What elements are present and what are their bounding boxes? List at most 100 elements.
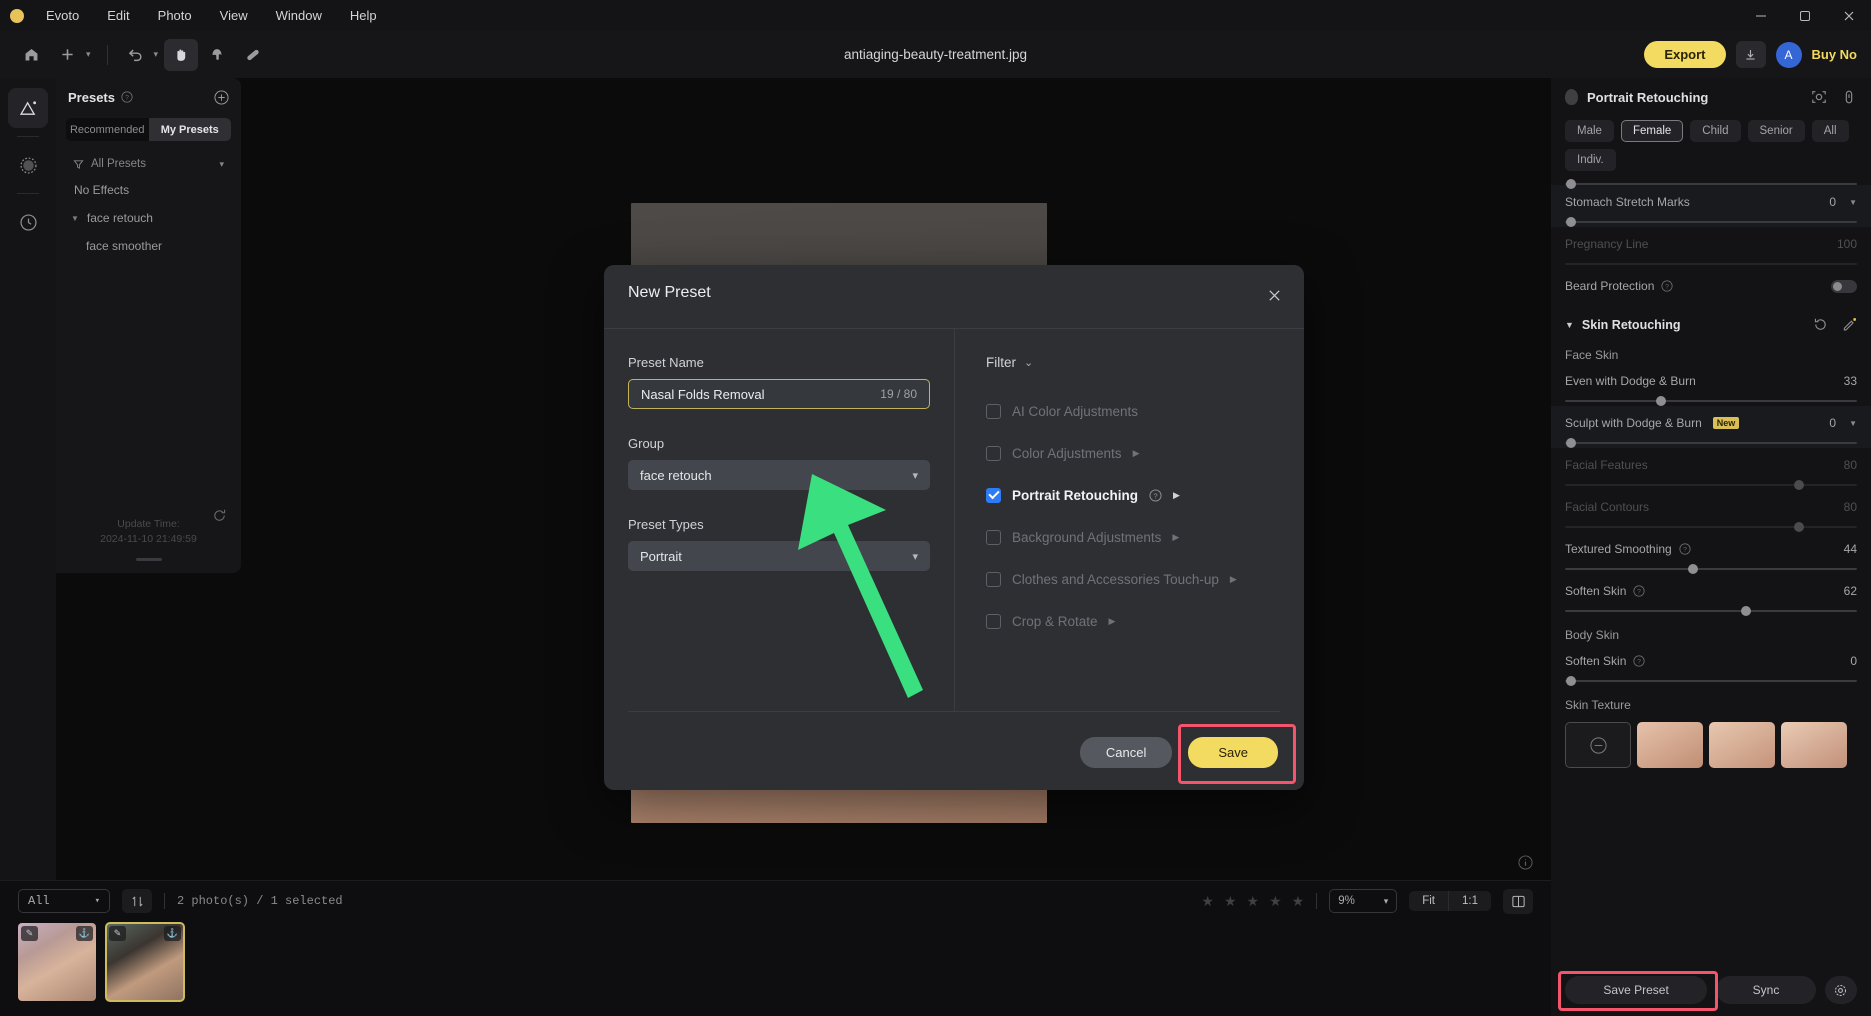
slider-track[interactable] <box>1565 522 1857 532</box>
slider-track[interactable] <box>1565 606 1857 616</box>
star-icon[interactable]: ★ <box>1269 893 1282 910</box>
slider-knob[interactable] <box>1793 480 1804 490</box>
rail-item-history[interactable] <box>8 202 48 242</box>
undo-icon[interactable] <box>118 39 152 71</box>
checkbox[interactable] <box>986 487 1001 503</box>
help-circle-icon[interactable]: ? <box>1633 585 1645 597</box>
presets-filter-dropdown[interactable]: All Presets ▾ <box>66 152 231 176</box>
one-to-one-button[interactable]: 1:1 <box>1449 891 1491 911</box>
checkbox[interactable] <box>986 445 1001 461</box>
help-circle-icon[interactable]: ? <box>121 91 133 103</box>
panel-resize-handle[interactable] <box>135 558 162 561</box>
filter-row-clothes-accessories-touch-up[interactable]: Clothes and Accessories Touch-up ▶ <box>986 558 1304 600</box>
filter-row-background-adjustments[interactable]: Background Adjustments ▶ <box>986 516 1304 558</box>
rail-item-presets[interactable] <box>8 88 48 128</box>
skin-retouching-section-header[interactable]: ▼ Skin Retouching <box>1551 303 1871 336</box>
export-button[interactable]: Export <box>1644 41 1726 68</box>
hand-tool-icon[interactable] <box>164 38 199 71</box>
edit-icon[interactable]: ✎ <box>21 926 38 941</box>
beard-protection-toggle[interactable] <box>1831 279 1857 293</box>
slider-knob[interactable] <box>1565 438 1576 448</box>
help-circle-icon[interactable]: ? <box>1633 655 1645 667</box>
export-icon[interactable]: ⚓ <box>164 926 181 941</box>
slider-soften-skin-face[interactable]: Soften Skin ? 62 <box>1551 574 1871 616</box>
chevron-down-icon[interactable]: ▼ <box>1849 419 1857 428</box>
refresh-icon[interactable] <box>212 508 227 523</box>
expand-arrow-icon[interactable]: ▶ <box>1133 448 1140 459</box>
slider-track[interactable] <box>1565 480 1857 490</box>
preset-group-face-retouch[interactable]: ▼ face retouch <box>56 204 241 232</box>
chip-senior[interactable]: Senior <box>1747 120 1805 142</box>
help-circle-icon[interactable]: ? <box>1149 488 1162 502</box>
home-icon[interactable] <box>14 39 48 71</box>
top-slider[interactable] <box>1551 171 1871 189</box>
filter-row-color-adjustments[interactable]: Color Adjustments ▶ <box>986 432 1304 474</box>
gear-icon[interactable] <box>1824 976 1857 1004</box>
buy-now-button[interactable]: Buy No <box>1812 47 1858 62</box>
slider-knob[interactable] <box>1565 676 1576 686</box>
slider-soften-skin-body[interactable]: Soften Skin ? 0 <box>1551 644 1871 686</box>
menu-item-window[interactable]: Window <box>262 4 336 27</box>
filmstrip-filter-select[interactable]: All ▾ <box>18 889 110 913</box>
slider-track[interactable] <box>1565 676 1857 686</box>
menu-item-edit[interactable]: Edit <box>93 4 143 27</box>
zoom-level-select[interactable]: 9% ▾ <box>1329 889 1398 913</box>
expand-arrow-icon[interactable]: ▶ <box>1172 532 1179 543</box>
thumbnail-1[interactable]: ✎ ⚓ <box>18 923 96 1001</box>
undo-menu-chevron-icon[interactable]: ▾ <box>154 49 159 60</box>
star-icon[interactable]: ★ <box>1292 893 1305 910</box>
checkbox[interactable] <box>986 613 1001 629</box>
slider-track[interactable] <box>1565 438 1857 448</box>
menu-item-photo[interactable]: Photo <box>144 4 206 27</box>
rating-stars[interactable]: ★ ★ ★ ★ ★ <box>1201 893 1304 910</box>
compare-view-icon[interactable] <box>1503 888 1533 914</box>
edit-icon[interactable]: ✎ <box>109 926 126 941</box>
filter-row-portrait-retouching[interactable]: Portrait Retouching ? ▶ <box>986 474 1304 516</box>
maximize-icon[interactable] <box>1783 0 1827 31</box>
help-circle-icon[interactable]: ? <box>1661 280 1673 292</box>
slider-track[interactable] <box>1565 179 1857 189</box>
export-icon[interactable]: ⚓ <box>76 926 93 941</box>
slider-stomach-stretch-marks[interactable]: Stomach Stretch Marks 0 ▼ <box>1551 185 1871 227</box>
info-circle-icon[interactable] <box>1518 855 1533 870</box>
slider-track[interactable] <box>1565 564 1857 574</box>
brush-tool-icon[interactable] <box>200 39 234 71</box>
save-button[interactable]: Save <box>1188 737 1278 768</box>
minimize-icon[interactable] <box>1739 0 1783 31</box>
menu-item-evoto[interactable]: Evoto <box>32 4 93 27</box>
healing-bandage-icon[interactable] <box>236 39 270 71</box>
star-icon[interactable]: ★ <box>1224 893 1237 910</box>
edit-brush-icon[interactable] <box>1842 317 1857 332</box>
preset-item-face-smoother[interactable]: face smoother <box>56 232 241 260</box>
expand-arrow-icon[interactable]: ▶ <box>1173 490 1180 501</box>
filter-row-crop-rotate[interactable]: Crop & Rotate ▶ <box>986 600 1304 642</box>
close-icon[interactable] <box>1262 283 1286 307</box>
chip-all[interactable]: All <box>1811 120 1849 142</box>
add-circle-icon[interactable] <box>214 89 229 105</box>
checkbox[interactable] <box>986 571 1001 587</box>
slider-knob[interactable] <box>1565 217 1576 227</box>
save-preset-button[interactable]: Save Preset <box>1565 976 1708 1004</box>
tab-my-presets[interactable]: My Presets <box>148 118 231 141</box>
face-detect-icon[interactable] <box>1811 89 1827 105</box>
slider-track[interactable] <box>1565 263 1857 265</box>
slider-knob[interactable] <box>1793 522 1804 532</box>
sort-icon[interactable] <box>122 889 152 913</box>
filter-header[interactable]: Filter ⌄ <box>986 355 1304 370</box>
expand-arrow-icon[interactable]: ▶ <box>1109 616 1116 627</box>
fit-button[interactable]: Fit <box>1409 891 1448 911</box>
swatch-none[interactable] <box>1565 722 1631 768</box>
menu-item-view[interactable]: View <box>206 4 262 27</box>
swatch-texture-3[interactable] <box>1781 722 1847 768</box>
preset-types-select[interactable]: Portrait ▾ <box>628 541 930 571</box>
chip-indiv[interactable]: Indiv. <box>1565 149 1616 171</box>
menu-item-help[interactable]: Help <box>336 4 391 27</box>
sync-button[interactable]: Sync <box>1716 976 1816 1004</box>
reset-icon[interactable] <box>1813 317 1828 332</box>
group-select[interactable]: face retouch ▾ <box>628 460 930 490</box>
slider-sculpt-with-dodge-burn[interactable]: Sculpt with Dodge & Burn New 0 ▼ <box>1551 406 1871 448</box>
preset-item-no-effects[interactable]: No Effects <box>56 176 241 204</box>
filter-row-ai-color-adjustments[interactable]: AI Color Adjustments <box>986 390 1304 432</box>
chevron-down-icon[interactable]: ▼ <box>1849 198 1857 207</box>
slider-knob[interactable] <box>1741 606 1752 616</box>
